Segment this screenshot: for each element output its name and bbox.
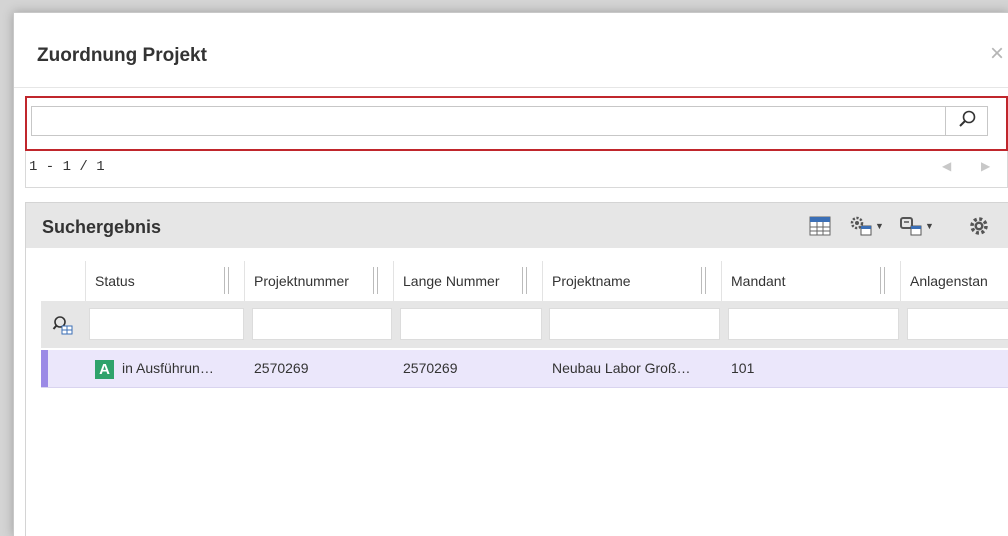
column-header-mandant[interactable]: Mandant bbox=[721, 261, 871, 301]
chevron-down-icon: ▼ bbox=[875, 221, 884, 231]
column-header-status[interactable]: Status bbox=[85, 261, 245, 301]
status-badge: A bbox=[95, 359, 114, 379]
search-results-panel: Suchergebnis ▼ ▼ Status Projektnummer La… bbox=[25, 202, 1008, 536]
cell-projektname: Neubau Labor Groß… bbox=[552, 360, 691, 376]
column-resize-handle[interactable] bbox=[880, 267, 885, 294]
next-page-icon[interactable]: ▶ bbox=[981, 159, 990, 173]
column-resize-handle[interactable] bbox=[701, 267, 706, 294]
settings-button[interactable] bbox=[968, 213, 990, 239]
gear-icon bbox=[970, 217, 988, 235]
search-button[interactable] bbox=[945, 106, 988, 136]
gear-table-icon bbox=[850, 216, 872, 236]
layout-menu-button[interactable]: ▼ bbox=[899, 213, 934, 239]
cell-anlagenstand bbox=[900, 350, 1008, 387]
filter-row bbox=[41, 301, 1008, 348]
column-resize-handle[interactable] bbox=[224, 267, 229, 294]
dialog-header: Zuordnung Projekt × bbox=[14, 13, 1008, 88]
previous-page-icon[interactable]: ◀ bbox=[942, 159, 951, 173]
filter-status-input[interactable] bbox=[89, 308, 244, 340]
column-header-lange-nummer[interactable]: Lange Nummer bbox=[393, 261, 521, 301]
status-text: in Ausführun… bbox=[122, 360, 214, 376]
pagination-range: 1 - 1 / 1 bbox=[29, 159, 105, 175]
column-resize-handle[interactable] bbox=[522, 267, 527, 294]
filter-projektnummer-input[interactable] bbox=[252, 308, 392, 340]
table-view-icon bbox=[809, 216, 831, 236]
close-icon[interactable]: × bbox=[990, 40, 1004, 68]
table-row[interactable]: Ain Ausführun… 2570269 2570269 Neubau La… bbox=[41, 350, 1008, 387]
cell-status: Ain Ausführun… bbox=[85, 350, 245, 387]
column-header-anlagenstand[interactable]: Anlagenstan bbox=[900, 261, 1008, 301]
filter-search-icon[interactable] bbox=[41, 301, 85, 348]
column-resize-handle[interactable] bbox=[373, 267, 378, 294]
row-selection-indicator bbox=[41, 350, 48, 387]
results-header: Suchergebnis ▼ ▼ bbox=[26, 203, 1008, 248]
assign-project-dialog: Zuordnung Projekt × 1 - 1 / 1 ◀ ▶ Sucher… bbox=[13, 12, 1008, 536]
column-settings-button[interactable]: ▼ bbox=[849, 213, 884, 239]
table-header-row: Status Projektnummer Lange Nummer Projek… bbox=[41, 261, 1008, 301]
filter-projektname-input[interactable] bbox=[549, 308, 720, 340]
cell-lange-nummer: 2570269 bbox=[403, 360, 458, 376]
dialog-title: Zuordnung Projekt bbox=[37, 45, 207, 66]
chevron-down-icon: ▼ bbox=[925, 221, 934, 231]
search-input[interactable] bbox=[31, 106, 946, 136]
cell-projektnummer: 2570269 bbox=[254, 360, 309, 376]
filter-anlagenstand-input[interactable] bbox=[907, 308, 1008, 340]
filter-mandant-input[interactable] bbox=[728, 308, 899, 340]
results-table: Status Projektnummer Lange Nummer Projek… bbox=[41, 261, 1008, 401]
cell-mandant: 101 bbox=[731, 360, 755, 376]
filter-lange-nummer-input[interactable] bbox=[400, 308, 542, 340]
search-icon bbox=[957, 109, 977, 134]
results-title: Suchergebnis bbox=[42, 217, 162, 237]
column-header-projektnummer[interactable]: Projektnummer bbox=[244, 261, 369, 301]
layout-table-icon bbox=[900, 217, 922, 236]
column-header-projektname[interactable]: Projektname bbox=[542, 261, 697, 301]
pagination-bar: 1 - 1 / 1 ◀ ▶ bbox=[25, 151, 1008, 188]
search-box bbox=[25, 96, 1008, 151]
table-view-button[interactable] bbox=[809, 213, 831, 239]
